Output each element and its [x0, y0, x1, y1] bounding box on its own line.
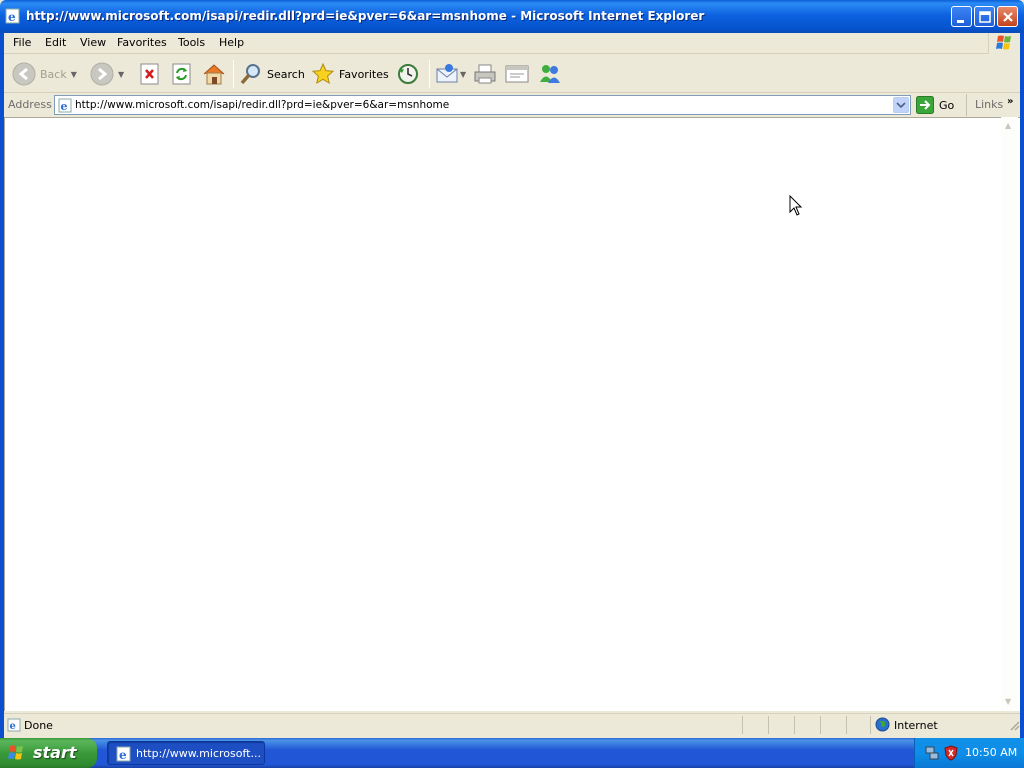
minimize-button[interactable]	[951, 6, 972, 27]
maximize-button[interactable]	[974, 6, 995, 27]
status-pane	[794, 716, 820, 734]
links-chevron-icon[interactable]: »	[1007, 96, 1013, 107]
edit-button[interactable]	[504, 59, 530, 89]
stop-icon	[140, 63, 159, 85]
menu-view[interactable]: View	[80, 36, 106, 49]
printer-icon	[474, 64, 496, 84]
back-dropdown-icon[interactable]: ▼	[71, 70, 77, 79]
print-button[interactable]	[473, 59, 497, 89]
vertical-scrollbar[interactable]: ▲ ▼	[1001, 117, 1018, 711]
title-bar[interactable]: e http://www.microsoft.com/isapi/redir.d…	[0, 0, 1024, 33]
page-status-icon: e	[7, 718, 21, 732]
start-button[interactable]: start	[0, 738, 97, 768]
home-icon	[203, 64, 225, 85]
svg-text:e: e	[8, 10, 16, 24]
go-button[interactable]: Go	[916, 95, 954, 115]
toolbar-separator	[233, 60, 234, 88]
close-button[interactable]	[997, 6, 1018, 27]
menu-file[interactable]: File	[13, 36, 31, 49]
network-icon[interactable]	[924, 745, 940, 761]
start-label: start	[33, 743, 77, 762]
history-icon	[398, 64, 418, 84]
svg-text:e: e	[61, 100, 68, 113]
messenger-button[interactable]	[537, 59, 563, 89]
status-text: Done	[24, 719, 53, 732]
messenger-icon	[540, 65, 560, 83]
favorites-button[interactable]: Favorites	[311, 59, 389, 89]
forward-button[interactable]: ▼	[90, 59, 124, 89]
security-zone[interactable]: Internet	[870, 716, 1006, 734]
mouse-cursor-icon	[789, 195, 803, 216]
svg-text:e: e	[10, 721, 16, 732]
search-button[interactable]: Search	[239, 59, 305, 89]
status-pane	[768, 716, 794, 734]
clock: 10:50 AM	[965, 746, 1018, 759]
go-label: Go	[939, 98, 955, 112]
mail-dropdown-icon[interactable]: ▼	[460, 70, 466, 79]
window-frame-right	[1020, 33, 1024, 741]
ie-icon: e	[116, 746, 131, 762]
search-icon	[240, 64, 260, 85]
address-dropdown-button[interactable]	[893, 97, 909, 113]
chevron-down-icon	[896, 102, 906, 109]
taskbar-item-ie[interactable]: e http://www.microsoft...	[107, 741, 265, 765]
windows-logo	[988, 33, 1020, 54]
windows-flag-icon	[8, 745, 23, 760]
menu-help[interactable]: Help	[219, 36, 244, 49]
address-label: Address	[8, 98, 52, 111]
search-label: Search	[267, 67, 305, 81]
forward-dropdown-icon[interactable]: ▼	[118, 70, 124, 79]
taskbar-item-label: http://www.microsoft...	[136, 747, 261, 760]
menu-tools[interactable]: Tools	[178, 36, 205, 49]
resize-grip-icon[interactable]	[1008, 719, 1020, 733]
back-arrow-icon	[12, 62, 36, 86]
links-toolbar[interactable]: Links »	[966, 94, 1013, 116]
mail-button[interactable]: ▼	[435, 59, 466, 89]
svg-text:e: e	[119, 748, 127, 762]
star-icon	[311, 62, 335, 85]
back-label: Back	[40, 67, 67, 81]
close-icon	[1003, 12, 1013, 22]
menu-favorites[interactable]: Favorites	[117, 36, 167, 49]
mail-icon	[436, 64, 458, 83]
scroll-down-icon[interactable]: ▼	[1005, 697, 1011, 706]
page-icon: e	[58, 98, 72, 113]
status-pane	[742, 716, 768, 734]
address-input[interactable]: e http://www.microsoft.com/isapi/redir.d…	[54, 95, 911, 115]
home-button[interactable]	[201, 59, 227, 89]
system-tray: 10:50 AM	[914, 738, 1024, 768]
taskbar: start e http://www.microsoft... 10:50 AM	[0, 738, 1024, 768]
maximize-icon	[979, 11, 991, 23]
zone-label: Internet	[894, 719, 938, 732]
status-pane	[820, 716, 846, 734]
page-content[interactable]	[4, 117, 1020, 711]
menu-bar: File Edit View Favorites Tools Help	[4, 33, 1020, 54]
toolbar-separator-2	[429, 60, 430, 88]
refresh-icon	[172, 63, 191, 85]
status-pane	[846, 716, 870, 734]
security-shield-icon[interactable]	[943, 745, 959, 761]
scroll-up-icon[interactable]: ▲	[1005, 121, 1011, 130]
menu-edit[interactable]: Edit	[45, 36, 66, 49]
refresh-button[interactable]	[171, 59, 193, 89]
edit-icon	[505, 65, 529, 83]
status-bar: e Done Internet	[4, 713, 1020, 735]
forward-arrow-icon	[90, 62, 114, 86]
history-button[interactable]	[396, 59, 420, 89]
globe-icon	[875, 717, 890, 732]
ie-app-icon[interactable]: e	[5, 8, 21, 24]
address-bar: Address e http://www.microsoft.com/isapi…	[4, 94, 1020, 116]
windows-flag-icon	[996, 35, 1011, 50]
standard-toolbar: Back ▼ ▼ Search Favorites ▼	[4, 55, 1020, 93]
back-button[interactable]: Back ▼	[12, 59, 77, 89]
window-title: http://www.microsoft.com/isapi/redir.dll…	[26, 9, 705, 23]
go-arrow-icon	[916, 96, 934, 114]
address-url[interactable]: http://www.microsoft.com/isapi/redir.dll…	[75, 99, 449, 111]
minimize-icon	[957, 20, 964, 23]
stop-button[interactable]	[139, 59, 161, 89]
links-label: Links	[975, 98, 1004, 111]
favorites-label: Favorites	[339, 67, 389, 81]
